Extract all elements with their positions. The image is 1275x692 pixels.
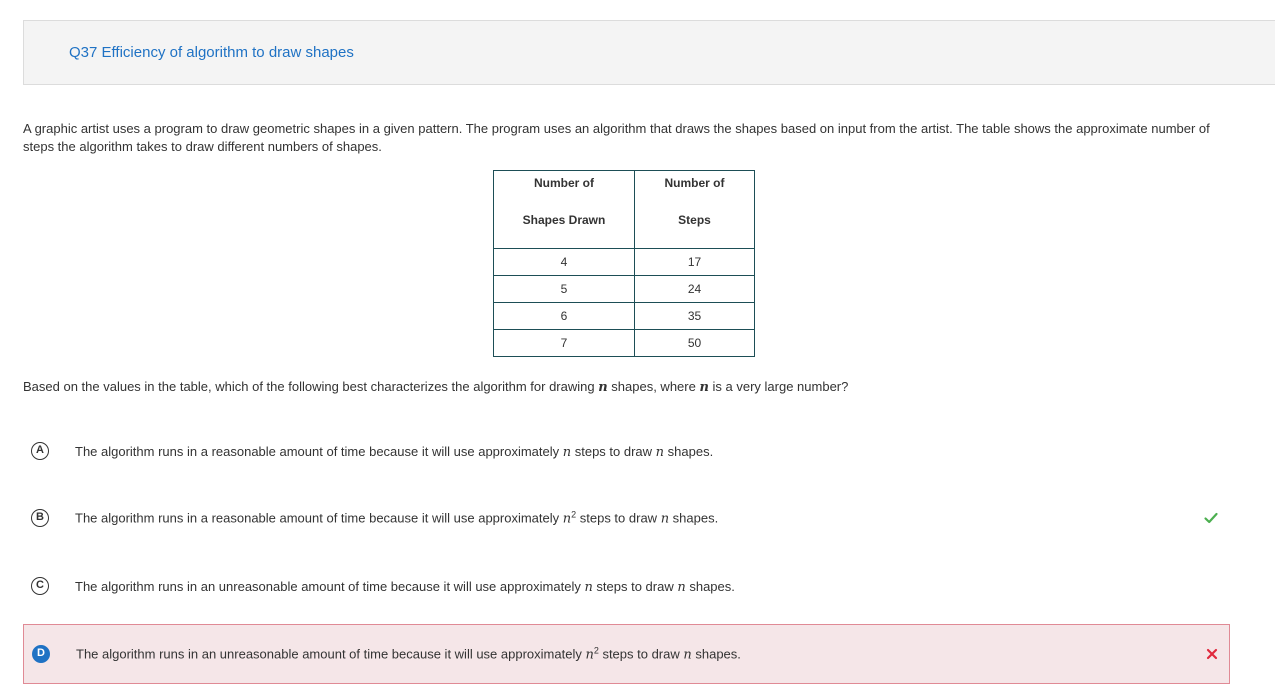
x-icon [1206,648,1218,660]
table-header-row: Number of Shapes Drawn Number of Steps [493,170,755,249]
option-text-b: The algorithm runs in a reasonable amoun… [75,509,719,527]
table-cell: 7 [493,329,635,357]
column-header-shapes: Number of Shapes Drawn [493,170,635,249]
question-header: Q37 Efficiency of algorithm to draw shap… [23,20,1275,85]
answer-option-b[interactable]: B The algorithm runs in a reasonable amo… [23,488,1230,548]
question-title: Q37 Efficiency of algorithm to draw shap… [69,44,354,61]
table-cell: 35 [634,302,755,330]
table-cell: 17 [634,248,755,276]
column-header-steps: Number of Steps [634,170,755,249]
table-cell: 24 [634,275,755,303]
option-letter-b: B [31,509,49,527]
option-text-a: The algorithm runs in a reasonable amoun… [75,444,714,461]
option-letter-d: D [32,645,50,663]
table-cell: 6 [493,302,635,330]
option-text-c: The algorithm runs in an unreasonable am… [75,579,735,596]
table-row: 6 35 [493,302,755,330]
table-cell: 50 [634,329,755,357]
answer-option-c[interactable]: C The algorithm runs in an unreasonable … [23,556,1230,616]
table-cell: 5 [493,275,635,303]
question-stem: Based on the values in the table, which … [23,379,849,395]
table-cell: 4 [493,248,635,276]
option-letter-a: A [31,442,49,460]
table-row: 4 17 [493,248,755,276]
answer-option-a[interactable]: A The algorithm runs in a reasonable amo… [23,421,1230,481]
option-letter-c: C [31,577,49,595]
question-prompt: A graphic artist uses a program to draw … [23,121,1210,154]
answer-option-d[interactable]: D The algorithm runs in an unreasonable … [23,624,1230,684]
data-table: Number of Shapes Drawn Number of Steps 4… [493,170,755,357]
table-row: 7 50 [493,329,755,357]
option-text-d: The algorithm runs in an unreasonable am… [76,645,741,663]
check-icon [1204,512,1218,524]
table-row: 5 24 [493,275,755,303]
